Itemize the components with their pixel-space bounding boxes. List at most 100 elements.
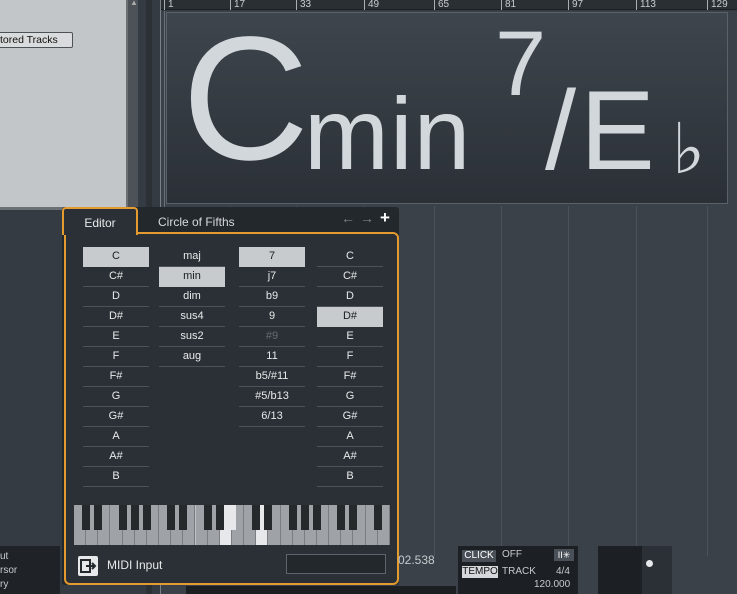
extensions-option[interactable]: 11: [239, 347, 305, 367]
black-key[interactable]: [167, 505, 176, 530]
scroll-up-icon[interactable]: ▲: [130, 0, 138, 7]
roots-option[interactable]: A#: [83, 447, 149, 467]
roots-option[interactable]: E: [83, 327, 149, 347]
black-key[interactable]: [264, 505, 273, 530]
bass_notes-option[interactable]: E: [317, 327, 383, 347]
arrow-right-icon[interactable]: →: [360, 210, 374, 226]
black-key[interactable]: [130, 505, 139, 530]
bass_notes-option[interactable]: D#: [317, 307, 383, 327]
midi-input-field[interactable]: [286, 554, 386, 574]
extensions-option[interactable]: 6/13: [239, 407, 305, 427]
roots-option[interactable]: D: [83, 287, 149, 307]
extensions-option[interactable]: b5/#11: [239, 367, 305, 387]
tempo-mode: TRACK: [502, 566, 536, 577]
info-line: ry: [0, 579, 9, 590]
roots-option[interactable]: F#: [83, 367, 149, 387]
ruler-mark: 49: [364, 0, 379, 10]
extensions-option[interactable]: 9: [239, 307, 305, 327]
roots-option[interactable]: C#: [83, 267, 149, 287]
black-key[interactable]: [203, 505, 212, 530]
qualities-option[interactable]: sus2: [159, 327, 225, 347]
roots-option[interactable]: D#: [83, 307, 149, 327]
chord-root: C: [182, 1, 309, 197]
black-key[interactable]: [373, 505, 382, 530]
bass_notes-option[interactable]: G#: [317, 407, 383, 427]
extensions-option[interactable]: 7: [239, 247, 305, 267]
tempo-button[interactable]: TEMPO: [462, 566, 498, 578]
roots-option[interactable]: C: [83, 247, 149, 267]
black-key[interactable]: [337, 505, 346, 530]
transport-controls[interactable]: [186, 586, 456, 594]
black-key[interactable]: [215, 505, 224, 530]
qualities-option[interactable]: dim: [159, 287, 225, 307]
ruler-mark: 1: [164, 0, 174, 10]
click-settings-icon[interactable]: II✳: [554, 549, 574, 561]
roots-option[interactable]: B: [83, 467, 149, 487]
black-key[interactable]: [349, 505, 358, 530]
black-key[interactable]: [82, 505, 91, 530]
qualities-option[interactable]: aug: [159, 347, 225, 367]
black-key[interactable]: [142, 505, 151, 530]
ruler-mark: 129: [707, 0, 728, 10]
extension-column: 7 j7 b9 9 #9 11 b5/#11 #5/b13 6/13: [239, 247, 305, 427]
bass_notes-option[interactable]: F#: [317, 367, 383, 387]
scrollbar[interactable]: [128, 0, 138, 207]
add-icon[interactable]: +: [380, 208, 390, 228]
tab-circle-of-fifths[interactable]: Circle of Fifths: [158, 215, 235, 229]
click-button[interactable]: CLICK: [462, 550, 496, 562]
bass_notes-option[interactable]: C#: [317, 267, 383, 287]
ruler-mark: 81: [501, 0, 516, 10]
bass_notes-option[interactable]: D: [317, 287, 383, 307]
black-key[interactable]: [179, 505, 188, 530]
grid-line: [636, 206, 637, 556]
ruler-mark: 65: [434, 0, 449, 10]
flat-icon: ♭: [672, 110, 706, 188]
time-signature: 4/4: [556, 566, 570, 577]
bass_notes-option[interactable]: F: [317, 347, 383, 367]
root-column: C C# D D# E F F# G G# A A# B: [83, 247, 149, 487]
midi-input-icon[interactable]: [78, 556, 98, 576]
black-key[interactable]: [252, 505, 261, 530]
black-key[interactable]: [227, 505, 236, 530]
extensions-option[interactable]: b9: [239, 287, 305, 307]
click-value: OFF: [502, 549, 522, 560]
roots-option[interactable]: A: [83, 427, 149, 447]
qualities-option[interactable]: sus4: [159, 307, 225, 327]
roots-option[interactable]: G: [83, 387, 149, 407]
grid-line: [434, 206, 435, 556]
ruler-mark: 113: [636, 0, 656, 10]
black-key[interactable]: [300, 505, 309, 530]
black-key[interactable]: [94, 505, 103, 530]
click-tempo-panel: CLICK OFF II✳ TEMPO TRACK 4/4 120.000: [458, 546, 578, 594]
piano-keyboard[interactable]: [74, 505, 390, 545]
track-list-panel: tored Tracks ▲: [0, 0, 138, 210]
black-key[interactable]: [313, 505, 321, 530]
black-key[interactable]: [288, 505, 297, 530]
volume-fader[interactable]: [642, 546, 672, 594]
extensions-option[interactable]: #5/b13: [239, 387, 305, 407]
black-key[interactable]: [118, 505, 127, 530]
grid-line: [568, 206, 569, 556]
roots-option[interactable]: G#: [83, 407, 149, 427]
fader-knob[interactable]: [646, 560, 653, 567]
bass_notes-option[interactable]: A: [317, 427, 383, 447]
info-line: ut: [0, 551, 9, 562]
bass_notes-option[interactable]: G: [317, 387, 383, 407]
editor-panel: C C# D D# E F F# G G# A A# B maj min dim sus4 sus2 aug 7…: [64, 232, 399, 585]
app-window: tored Tracks ▲ 1 17 33 49 65 81 97 113 1…: [0, 0, 737, 594]
extensions-option[interactable]: j7: [239, 267, 305, 287]
bass_notes-option[interactable]: C: [317, 247, 383, 267]
bass_notes-option[interactable]: B: [317, 467, 383, 487]
bass_notes-option[interactable]: A#: [317, 447, 383, 467]
arrow-left-icon[interactable]: ←: [341, 210, 355, 226]
chord-quality: min: [304, 77, 472, 191]
tab-editor[interactable]: Editor: [62, 207, 138, 235]
restored-tracks-button[interactable]: tored Tracks: [0, 32, 73, 48]
qualities-option[interactable]: min: [159, 267, 225, 287]
grid-line: [501, 206, 502, 556]
chord-display[interactable]: C min 7 /E ♭: [166, 1, 728, 204]
roots-option[interactable]: F: [83, 347, 149, 367]
info-panel: ut rsor ry: [0, 546, 60, 594]
extensions-option[interactable]: #9: [239, 327, 305, 347]
qualities-option[interactable]: maj: [159, 247, 225, 267]
